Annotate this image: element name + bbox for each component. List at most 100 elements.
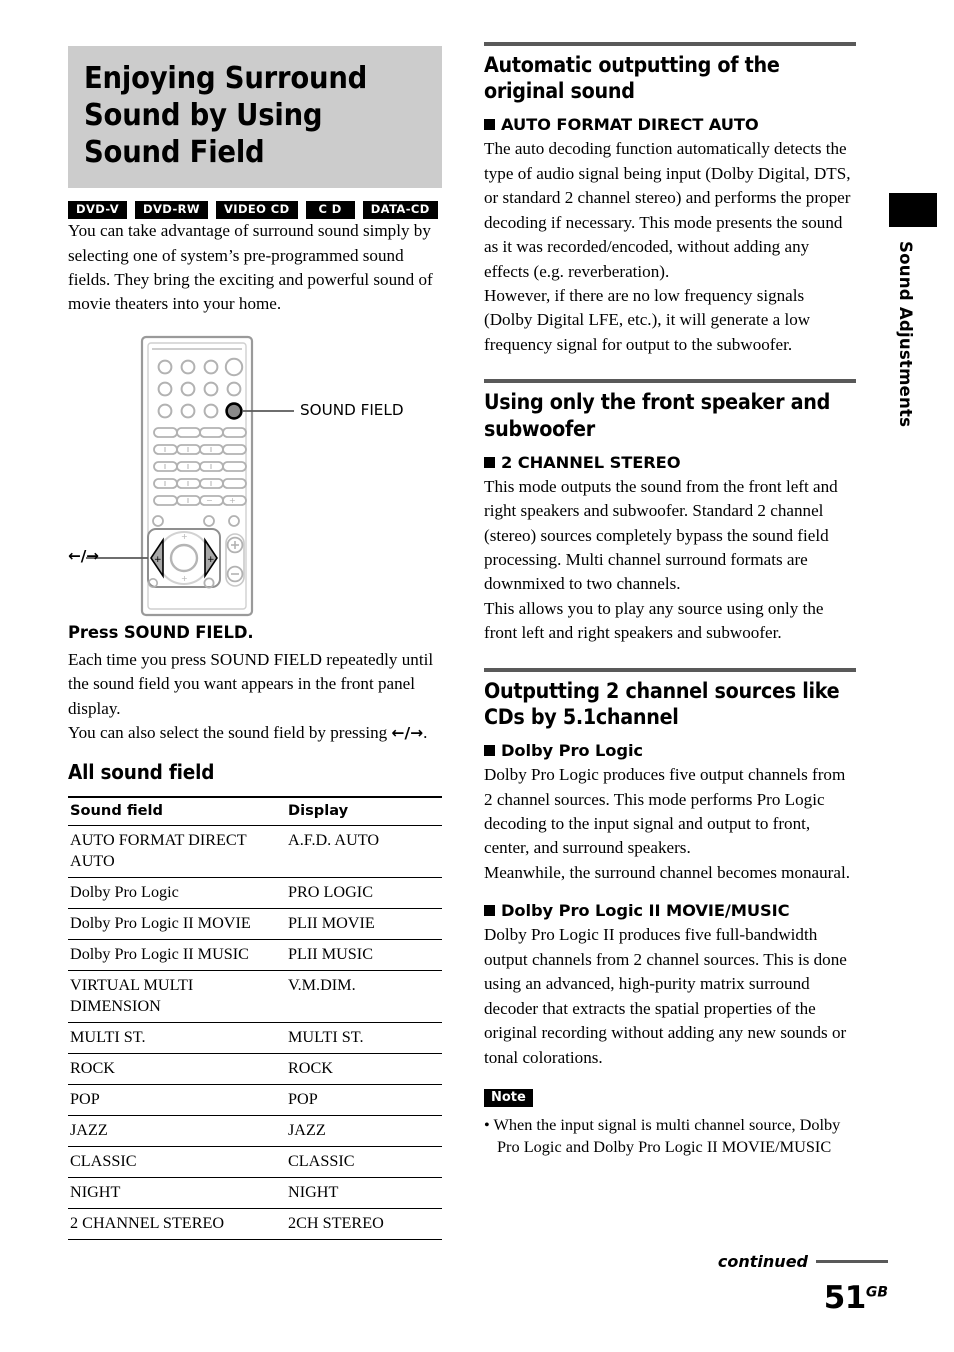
black-square-bullet-icon: [484, 119, 495, 131]
column-header-sound-field: Sound field: [68, 795, 286, 826]
cell-sound-field: Dolby Pro Logic: [68, 877, 286, 909]
cell-display: V.M.DIM.: [286, 970, 442, 1024]
section-outputting-2ch-sources: Outputting 2 channel sources like CDs by…: [484, 667, 856, 1070]
svg-text:−: −: [206, 496, 213, 505]
section2-paragraph-1: This mode outputs the sound from the fro…: [484, 476, 838, 594]
cell-sound-field: 2 CHANNEL STEREO: [68, 1208, 286, 1241]
instruction-paragraph-2: You can also select the sound field by p…: [68, 721, 442, 745]
cell-display: ROCK: [286, 1053, 442, 1086]
section1-item-heading: AUTO FORMAT DIRECT AUTO: [484, 115, 856, 134]
continued-rule: [816, 1259, 888, 1264]
page-title: Enjoying Surround Sound by Using Sound F…: [84, 61, 368, 171]
callout-sound-field: SOUND FIELD: [300, 401, 404, 420]
table-header: Sound field Display: [68, 795, 442, 826]
all-sound-field-heading: All sound field: [68, 759, 215, 784]
continued-label: continued: [717, 1252, 808, 1271]
cell-display: NIGHT: [286, 1177, 442, 1210]
intro-paragraph: You can take advantage of surround sound…: [68, 221, 433, 314]
table-row: Dolby Pro Logic II MOVIE PLII MOVIE: [68, 908, 442, 940]
black-square-bullet-icon: [484, 456, 495, 468]
table-row: Dolby Pro Logic PRO LOGIC: [68, 877, 442, 909]
section1-paragraph-1: The auto decoding function automatically…: [484, 139, 851, 281]
section-side-tab: Sound Adjustments: [889, 193, 937, 427]
page-title-banner: Enjoying Surround Sound by Using Sound F…: [68, 46, 442, 188]
cell-display: A.F.D. AUTO: [286, 825, 442, 878]
table-header-row: Sound field Display: [68, 795, 442, 826]
section3-item1-heading: Dolby Pro Logic: [484, 741, 856, 760]
badge-cd: C D: [305, 200, 355, 220]
black-square-bullet-icon: [484, 745, 495, 757]
cell-display: MULTI ST.: [286, 1022, 442, 1055]
right-column: Automatic outputting of the original sou…: [484, 42, 856, 1159]
note-list: When the input signal is multi channel s…: [484, 1114, 856, 1159]
badge-data-cd: DATA-CD: [362, 200, 438, 220]
section1-item-heading-text: AUTO FORMAT DIRECT AUTO: [501, 115, 759, 135]
instruction-paragraph-2-suffix: .: [423, 723, 428, 743]
badge-dvd-v: DVD-V: [68, 200, 128, 220]
section3-item1-paragraph-1: Dolby Pro Logic produces five output cha…: [484, 765, 846, 858]
page-number: 51GB: [484, 1280, 888, 1316]
note-badge: Note: [484, 1088, 533, 1107]
table-row: NIGHT NIGHT: [68, 1177, 442, 1210]
instruction-paragraph-2-prefix: You can also select the sound field by p…: [68, 723, 392, 743]
remote-control-illustration: + − + + + +: [86, 335, 294, 616]
table-row: Dolby Pro Logic II MUSIC PLII MUSIC: [68, 939, 442, 971]
section2-item-heading-text: 2 CHANNEL STEREO: [501, 452, 681, 472]
cell-sound-field: NIGHT: [68, 1177, 286, 1210]
section-rule: [484, 667, 856, 672]
table-row: 2 CHANNEL STEREO 2CH STEREO: [68, 1208, 442, 1241]
section2-paragraph-2: This allows you to play any source using…: [484, 598, 824, 643]
table-row: JAZZ JAZZ: [68, 1115, 442, 1148]
page-footer: continued 51GB: [484, 1252, 888, 1316]
sound-field-button: [225, 402, 243, 420]
note-item: When the input signal is multi channel s…: [493, 1114, 856, 1159]
table-row: ROCK ROCK: [68, 1053, 442, 1086]
cell-sound-field: JAZZ: [68, 1115, 286, 1148]
callout-sound-field-text: SOUND FIELD: [300, 400, 404, 419]
cell-display: PLII MOVIE: [286, 908, 442, 940]
section1-paragraph-2: However, if there are no low frequency s…: [484, 286, 811, 354]
callout-left-right-arrows: ←/→: [68, 546, 99, 565]
cell-display: POP: [286, 1084, 442, 1117]
table-row: MULTI ST. MULTI ST.: [68, 1022, 442, 1055]
cell-sound-field: Dolby Pro Logic II MOVIE: [68, 908, 286, 940]
page-number-value: 51: [823, 1280, 867, 1316]
page-region-code: GB: [865, 1284, 888, 1301]
section3-item2-heading-text: Dolby Pro Logic II MOVIE/MUSIC: [501, 901, 790, 921]
section-rule: [484, 42, 856, 46]
badge-video-cd: VIDEO CD: [215, 200, 298, 220]
cell-sound-field: AUTO FORMAT DIRECT AUTO: [68, 825, 286, 878]
table-body: AUTO FORMAT DIRECT AUTO A.F.D. AUTO Dolb…: [68, 825, 442, 1241]
svg-text:+: +: [154, 555, 162, 565]
section-front-speaker-subwoofer: Using only the front speaker and subwoof…: [484, 379, 856, 645]
side-tab-label: Sound Adjustments: [896, 241, 915, 428]
svg-text:+: +: [181, 574, 188, 583]
instruction-arrows-glyph: ←/→: [391, 724, 424, 743]
section3-heading: Outputting 2 channel sources like CDs by…: [484, 678, 840, 730]
cell-sound-field: POP: [68, 1084, 286, 1117]
continued-row: continued: [484, 1252, 888, 1271]
svg-text:+: +: [207, 555, 215, 565]
section1-heading: Automatic outputting of the original sou…: [484, 53, 780, 105]
section-automatic-outputting: Automatic outputting of the original sou…: [484, 42, 856, 357]
section3-item1-paragraph-2: Meanwhile, the surround channel becomes …: [484, 862, 850, 882]
cell-display: JAZZ: [286, 1115, 442, 1148]
column-header-display: Display: [286, 795, 442, 826]
table-row: VIRTUAL MULTI DIMENSION V.M.DIM.: [68, 970, 442, 1024]
instruction-paragraph-1: Each time you press SOUND FIELD repeated…: [68, 649, 434, 718]
media-badge-list: DVD-V DVD-RW VIDEO CD C D DATA-CD: [68, 200, 442, 220]
cell-display: CLASSIC: [286, 1146, 442, 1179]
cell-sound-field: ROCK: [68, 1053, 286, 1086]
press-sound-field-heading: Press SOUND FIELD.: [68, 622, 254, 642]
section2-item-heading: 2 CHANNEL STEREO: [484, 453, 856, 472]
section3-item2-paragraph: Dolby Pro Logic II produces five full-ba…: [484, 925, 847, 1067]
note-block: Note When the input signal is multi chan…: [484, 1088, 856, 1159]
cell-sound-field: VIRTUAL MULTI DIMENSION: [68, 970, 286, 1024]
cell-sound-field: Dolby Pro Logic II MUSIC: [68, 939, 286, 971]
manual-page: Enjoying Surround Sound by Using Sound F…: [0, 0, 954, 1352]
section3-item1-heading-text: Dolby Pro Logic: [501, 741, 643, 761]
cell-sound-field: CLASSIC: [68, 1146, 286, 1179]
table-row: POP POP: [68, 1084, 442, 1117]
cell-sound-field: MULTI ST.: [68, 1022, 286, 1055]
black-square-bullet-icon: [484, 905, 495, 917]
